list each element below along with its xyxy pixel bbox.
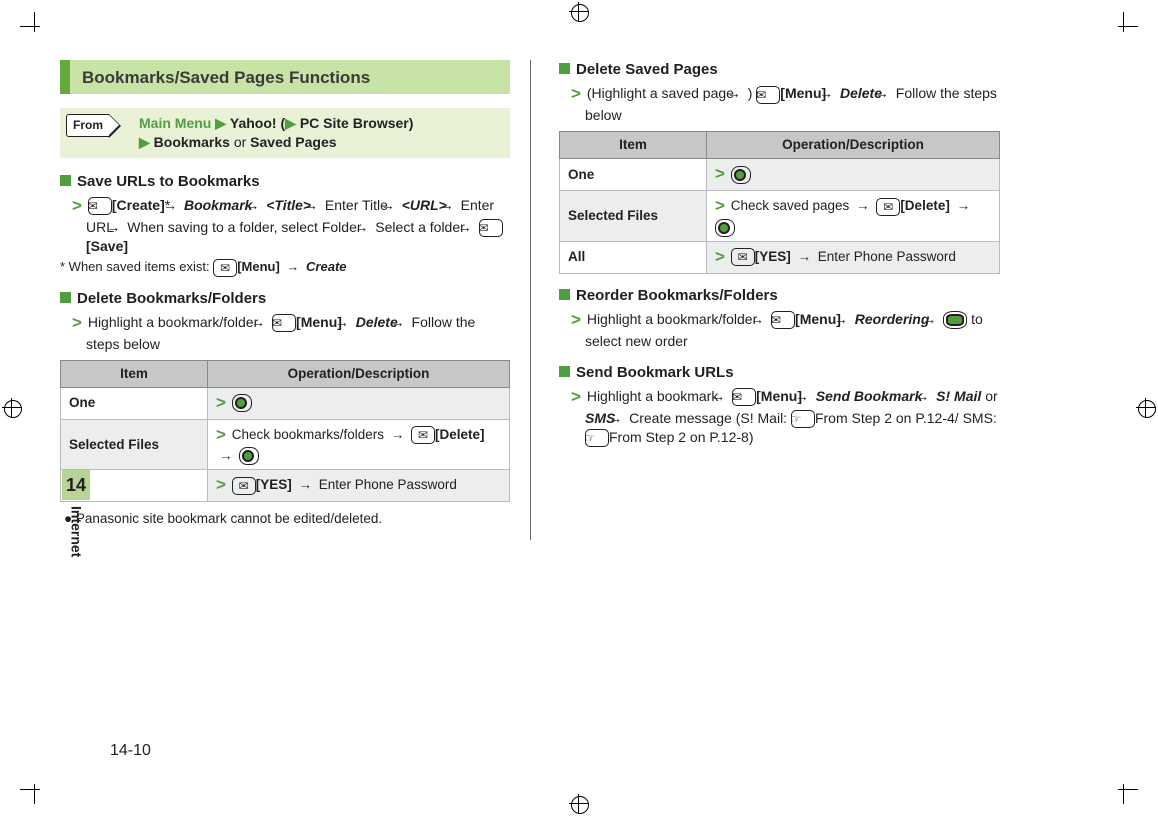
operations-table: ItemOperation/Description One > Selected…	[60, 360, 510, 502]
section-title-bar: Bookmarks/Saved Pages Functions	[60, 60, 510, 94]
table-row: One >	[560, 159, 1000, 191]
navigation-path: From Main Menu ▶ Yahoo! (▶ PC Site Brows…	[60, 108, 510, 158]
mail-key-icon	[876, 198, 900, 216]
crop-mark	[14, 784, 40, 810]
triangle-icon: ▶	[215, 115, 226, 131]
mail-key-icon	[732, 388, 756, 406]
right-column: Delete Saved Pages > (Highlight a saved …	[530, 60, 1020, 540]
chapter-label: Internet	[67, 506, 86, 557]
procedure-step: > [Create]* → Bookmark → <Title> → Enter…	[68, 195, 510, 256]
table-row: Selected Files > Check bookmarks/folders…	[61, 419, 510, 469]
center-key-icon	[731, 166, 751, 184]
chevron-icon: >	[571, 387, 581, 406]
section-delete-bookmarks: Delete Bookmarks/Folders > Highlight a b…	[60, 289, 510, 529]
mail-key-icon	[232, 477, 256, 495]
chevron-icon: >	[571, 310, 581, 329]
mail-key-icon	[731, 248, 755, 266]
square-bullet-icon	[559, 63, 570, 74]
mail-key-icon	[756, 86, 780, 104]
registration-mark	[565, 0, 593, 26]
triangle-icon: ▶	[139, 134, 150, 150]
chevron-icon: >	[72, 196, 82, 215]
square-bullet-icon	[559, 289, 570, 300]
chapter-number: 14	[62, 470, 90, 500]
table-row: All > [YES] → Enter Phone Password	[61, 470, 510, 502]
table-row: All > [YES] → Enter Phone Password	[560, 241, 1000, 273]
mail-key-icon	[771, 311, 795, 329]
crop-mark	[1118, 784, 1144, 810]
main-menu-label: Main Menu	[139, 115, 211, 131]
registration-mark	[565, 790, 593, 818]
procedure-step: > Highlight a bookmark/folder → [Menu] →…	[567, 309, 1000, 351]
mail-key-icon	[88, 197, 112, 215]
chevron-icon: >	[715, 164, 725, 183]
section-send-bookmark: Send Bookmark URLs > Highlight a bookmar…	[559, 363, 1000, 448]
pointer-key-icon	[585, 429, 609, 447]
chevron-icon: >	[715, 247, 725, 266]
note-bullet: ● Panasonic site bookmark cannot be edit…	[60, 510, 510, 528]
title-accent	[60, 60, 70, 94]
registration-mark	[0, 394, 26, 422]
chevron-icon: >	[72, 313, 82, 332]
chevron-icon: >	[216, 475, 226, 494]
square-bullet-icon	[60, 175, 71, 186]
crop-mark	[14, 6, 40, 32]
procedure-step: > Highlight a bookmark → [Menu] → Send B…	[567, 386, 1000, 448]
footnote: * When saved items exist: [Menu] → Creat…	[60, 258, 510, 277]
square-bullet-icon	[559, 366, 570, 377]
procedure-step: > Highlight a bookmark/folder → [Menu] →…	[68, 312, 510, 354]
nav-key-icon	[943, 311, 967, 329]
center-key-icon	[715, 219, 735, 237]
operations-table: ItemOperation/Description One > Selected…	[559, 131, 1000, 273]
chevron-icon: >	[216, 393, 226, 412]
section-reorder: Reorder Bookmarks/Folders > Highlight a …	[559, 286, 1000, 351]
mail-key-icon	[272, 314, 296, 332]
mail-key-icon	[213, 259, 237, 277]
table-row: One >	[61, 388, 510, 420]
crop-mark	[1118, 6, 1144, 32]
chevron-icon: >	[216, 425, 226, 444]
page-number: 14-10	[110, 740, 151, 762]
pointer-key-icon	[791, 410, 815, 428]
mail-key-icon	[479, 219, 503, 237]
center-key-icon	[239, 447, 259, 465]
procedure-step: > (Highlight a saved page → ) [Menu] → D…	[567, 83, 1000, 125]
triangle-icon: ▶	[285, 115, 296, 131]
chapter-tab: 14 Internet	[62, 470, 90, 563]
section-delete-saved: Delete Saved Pages > (Highlight a saved …	[559, 60, 1000, 274]
center-key-icon	[232, 394, 252, 412]
chevron-icon: >	[571, 84, 581, 103]
mail-key-icon	[411, 426, 435, 444]
left-column: Bookmarks/Saved Pages Functions From Mai…	[60, 60, 530, 540]
from-tag: From	[66, 114, 109, 137]
chevron-icon: >	[715, 196, 725, 215]
table-row: Selected Files > Check saved pages → [De…	[560, 191, 1000, 241]
section-save-urls: Save URLs to Bookmarks > [Create]* → Boo…	[60, 172, 510, 277]
page-title: Bookmarks/Saved Pages Functions	[70, 60, 382, 94]
registration-mark	[1132, 394, 1158, 422]
square-bullet-icon	[60, 292, 71, 303]
